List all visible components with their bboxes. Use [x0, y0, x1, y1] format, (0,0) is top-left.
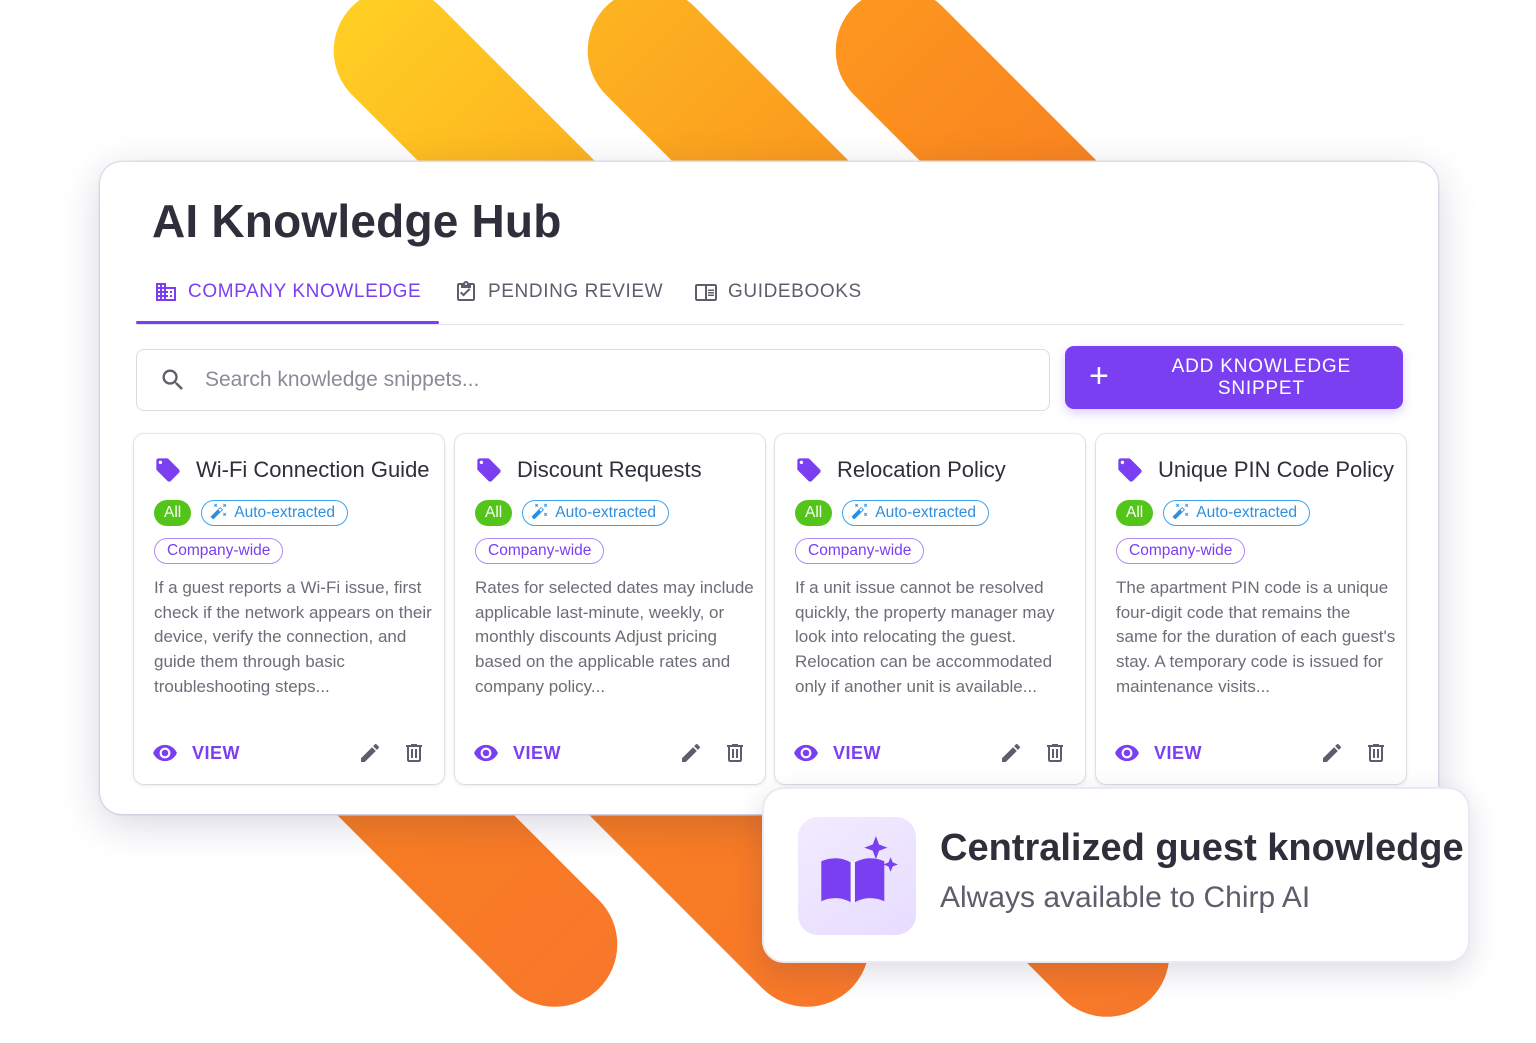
info-subtitle: Always available to Chirp AI [940, 881, 1311, 914]
search-icon [159, 366, 187, 394]
tab-company-knowledge[interactable]: COMPANY KNOWLEDGE [135, 262, 440, 324]
chip-group: All Auto-extracted Company-wide [475, 500, 755, 564]
tab-guidebooks[interactable]: GUIDEBOOKS [694, 262, 862, 322]
view-button[interactable]: VIEW [793, 740, 881, 766]
magic-wand-icon [1172, 502, 1190, 525]
building-icon [154, 280, 178, 304]
view-label: VIEW [513, 742, 562, 763]
info-title: Centralized guest knowledge [940, 827, 1464, 869]
add-knowledge-snippet-button[interactable]: + ADD KNOWLEDGE SNIPPET [1065, 346, 1403, 409]
card-description: The apartment PIN code is a unique four-… [1116, 578, 1396, 696]
magic-wand-icon [210, 502, 228, 525]
tag-icon [475, 456, 503, 484]
chip-all: All [795, 500, 833, 526]
card-title: Unique PIN Code Policy [1158, 457, 1395, 482]
card-icon-actions [358, 741, 426, 765]
eye-icon [473, 740, 499, 766]
card-title: Discount Requests [517, 457, 702, 482]
tab-label: GUIDEBOOKS [728, 281, 862, 302]
edit-icon[interactable] [1320, 741, 1344, 765]
view-button[interactable]: VIEW [1114, 740, 1202, 766]
search-box [136, 349, 1050, 411]
tab-bar: COMPANY KNOWLEDGE PENDING REVIEW GUIDEBO… [135, 262, 1404, 325]
card-description: Rates for selected dates may include app… [475, 578, 754, 696]
knowledge-hub-panel: AI Knowledge Hub COMPANY KNOWLEDGE PENDI… [100, 162, 1438, 814]
eye-icon [1114, 740, 1140, 766]
card-title: Relocation Policy [837, 457, 1006, 482]
book-icon [694, 280, 718, 304]
tag-icon [795, 456, 823, 484]
chip-all: All [1116, 500, 1154, 526]
view-button[interactable]: VIEW [473, 740, 561, 766]
magic-wand-icon [531, 502, 549, 525]
chip-auto-extracted: Auto-extracted [1163, 500, 1311, 526]
chip-all: All [475, 500, 513, 526]
edit-icon[interactable] [358, 741, 382, 765]
chip-company-wide: Company-wide [1116, 538, 1246, 564]
view-button[interactable]: VIEW [152, 740, 240, 766]
edit-icon[interactable] [999, 741, 1023, 765]
delete-icon[interactable] [723, 741, 747, 765]
card-description: If a guest reports a Wi-Fi issue, first … [154, 578, 432, 696]
chip-auto-extracted: Auto-extracted [201, 500, 349, 526]
clipboard-check-icon [454, 280, 478, 304]
edit-icon[interactable] [679, 741, 703, 765]
chip-auto-extracted: Auto-extracted [842, 500, 990, 526]
card-actions: VIEW [152, 736, 426, 770]
card-header: Relocation Policy [795, 456, 1006, 484]
chip-all: All [154, 500, 192, 526]
chip-company-wide: Company-wide [475, 538, 605, 564]
snippet-card: Wi-Fi Connection Guide All Auto-extracte… [134, 434, 444, 784]
card-title: Wi-Fi Connection Guide [196, 457, 430, 482]
tag-icon [154, 456, 182, 484]
plus-icon: + [1089, 357, 1110, 395]
delete-icon[interactable] [402, 741, 426, 765]
chip-label: Auto-extracted [1196, 504, 1298, 521]
tab-label: PENDING REVIEW [488, 281, 664, 302]
card-icon-actions [1320, 741, 1388, 765]
eye-icon [793, 740, 819, 766]
add-button-label: ADD KNOWLEDGE SNIPPET [1171, 355, 1351, 399]
search-input[interactable] [203, 367, 1049, 393]
tab-label: COMPANY KNOWLEDGE [188, 281, 422, 302]
delete-icon[interactable] [1043, 741, 1067, 765]
card-actions: VIEW [793, 736, 1067, 770]
eye-icon [152, 740, 178, 766]
tag-icon [1116, 456, 1144, 484]
chip-company-wide: Company-wide [154, 538, 284, 564]
card-actions: VIEW [1114, 736, 1388, 770]
delete-icon[interactable] [1364, 741, 1388, 765]
chip-label: Auto-extracted [234, 504, 336, 521]
chip-company-wide: Company-wide [795, 538, 925, 564]
view-label: VIEW [833, 742, 882, 763]
chip-auto-extracted: Auto-extracted [522, 500, 670, 526]
info-callout: Centralized guest knowledge Always avail… [762, 787, 1470, 963]
card-header: Discount Requests [475, 456, 702, 484]
card-icon-actions [679, 741, 747, 765]
chip-group: All Auto-extracted Company-wide [795, 500, 1075, 564]
card-actions: VIEW [473, 736, 747, 770]
card-header: Wi-Fi Connection Guide [154, 456, 430, 484]
page-title: AI Knowledge Hub [152, 195, 562, 247]
view-label: VIEW [1154, 742, 1203, 763]
chip-label: Auto-extracted [875, 504, 977, 521]
chip-label: Auto-extracted [555, 504, 657, 521]
card-icon-actions [999, 741, 1067, 765]
chip-group: All Auto-extracted Company-wide [1116, 500, 1396, 564]
view-label: VIEW [192, 742, 241, 763]
card-header: Unique PIN Code Policy [1116, 456, 1394, 484]
tab-pending-review[interactable]: PENDING REVIEW [454, 262, 663, 322]
snippet-card: Relocation Policy All Auto-extracted Com… [775, 434, 1085, 784]
card-description: If a unit issue cannot be resolved quick… [795, 578, 1055, 696]
chip-group: All Auto-extracted Company-wide [154, 500, 434, 564]
snippet-card: Discount Requests All Auto-extracted Com… [455, 434, 765, 784]
book-sparkle-icon [798, 817, 916, 935]
magic-wand-icon [851, 502, 869, 525]
snippet-card: Unique PIN Code Policy All Auto-extracte… [1096, 434, 1406, 784]
